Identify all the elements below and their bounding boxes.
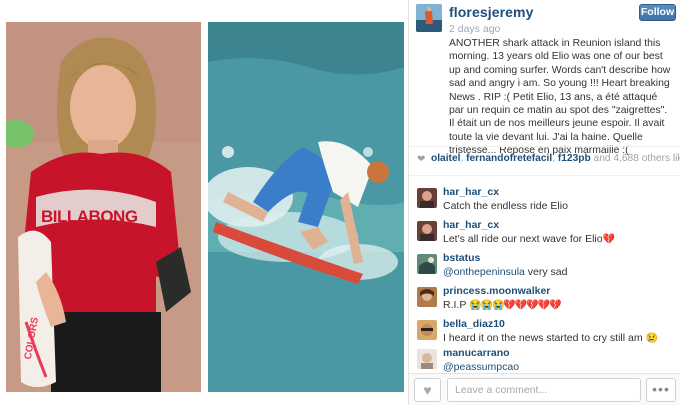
avatar-image [417, 287, 437, 307]
photo-surfing-action [208, 22, 404, 392]
follow-button[interactable]: Follow [639, 4, 676, 21]
surfer-illustration [208, 22, 404, 392]
comment-mention[interactable]: @peassumpcao [443, 361, 519, 373]
comment-text: I heard it on the news started to cry st… [443, 332, 658, 344]
post-sidebar: floresjeremy Follow 2 days ago ANOTHER s… [409, 0, 680, 405]
post-header: floresjeremy Follow [409, 0, 680, 32]
liker-1[interactable]: olaitel [431, 153, 460, 164]
avatar-image [417, 254, 437, 274]
commenter-avatar[interactable] [417, 188, 437, 208]
liker-2[interactable]: fernandofretefacil [466, 153, 552, 164]
commenter-avatar[interactable] [417, 320, 437, 340]
comment-username[interactable]: har_har_cx [443, 186, 499, 198]
comment-username[interactable]: manucarrano [443, 347, 510, 359]
more-options-button[interactable]: ••• [646, 378, 676, 402]
comment-input[interactable] [447, 378, 641, 402]
liker-3[interactable]: f123pb [558, 153, 591, 164]
ellipsis-icon: ••• [652, 381, 670, 397]
comment-username[interactable]: har_har_cx [443, 219, 499, 231]
crying-face-emoji: 😢 [645, 333, 658, 344]
shirt-logo-text: BILLABONG [41, 207, 138, 226]
comment-body: R.I.P [443, 299, 470, 311]
comment-item: har_har_cx Catch the endless ride Elio [409, 186, 680, 216]
comment-body: Let's all ride our next wave for Elio [443, 233, 603, 245]
broken-heart-emoji: 💔 [602, 234, 615, 245]
comment-text: R.I.P 😭😭😭💔💔💔💔💔 [443, 299, 562, 311]
post-photo[interactable]: BILLABONG COLORS [0, 0, 408, 405]
heart-icon: ❤ [417, 154, 426, 165]
likes-summary: ❤ olaitel, fernandofretefacil, f123pb an… [409, 146, 680, 176]
likes-and: and [593, 153, 611, 164]
comment-body: Catch the endless ride Elio [443, 200, 568, 212]
likes-text: olaitel, fernandofretefacil, f123pb and … [431, 153, 680, 164]
comment-item: princess.moonwalker R.I.P 😭😭😭💔💔💔💔💔 [409, 285, 680, 315]
author-username[interactable]: floresjeremy [449, 4, 533, 20]
comment-username[interactable]: bstatus [443, 252, 480, 264]
comment-item: bstatus @onthepeninsula very sad [409, 252, 680, 282]
comment-username[interactable]: princess.moonwalker [443, 285, 550, 297]
commenter-avatar[interactable] [417, 254, 437, 274]
commenter-avatar[interactable] [417, 221, 437, 241]
post-caption: ANOTHER shark attack in Reunion island t… [449, 38, 671, 157]
comment-item: har_har_cx Let's all ride our next wave … [409, 219, 680, 249]
avatar-image [416, 4, 442, 32]
photo-boy-portrait: BILLABONG COLORS [6, 22, 201, 392]
commenter-avatar[interactable] [417, 287, 437, 307]
comment-text: @peassumpcao [443, 361, 519, 373]
comment-body: I heard it on the news started to cry st… [443, 332, 646, 344]
heart-icon: ♥ [423, 382, 432, 398]
comment-username[interactable]: bella_diaz10 [443, 318, 505, 330]
comment-mention[interactable]: @onthepeninsula [443, 266, 525, 278]
author-avatar[interactable] [416, 4, 442, 32]
comment-body: very sad [524, 266, 568, 278]
comment-footer: ♥ ••• [409, 373, 680, 405]
avatar-image [417, 320, 437, 340]
comment-text: @onthepeninsula very sad [443, 266, 568, 278]
avatar-image [417, 221, 437, 241]
like-button[interactable]: ♥ [414, 378, 441, 402]
likes-others: others like this. [641, 153, 680, 164]
commenter-avatar[interactable] [417, 349, 437, 369]
comment-text: Let's all ride our next wave for Elio💔 [443, 233, 615, 245]
crying-heart-emoji: 😭😭😭💔💔💔💔💔 [469, 300, 562, 311]
likes-count[interactable]: 4,688 [613, 153, 639, 164]
comment-item: bella_diaz10 I heard it on the news star… [409, 318, 680, 348]
comment-text: Catch the endless ride Elio [443, 200, 568, 212]
boy-illustration: BILLABONG COLORS [6, 22, 201, 392]
avatar-image [417, 188, 437, 208]
post-timestamp[interactable]: 2 days ago [449, 23, 500, 35]
avatar-image [417, 349, 437, 369]
